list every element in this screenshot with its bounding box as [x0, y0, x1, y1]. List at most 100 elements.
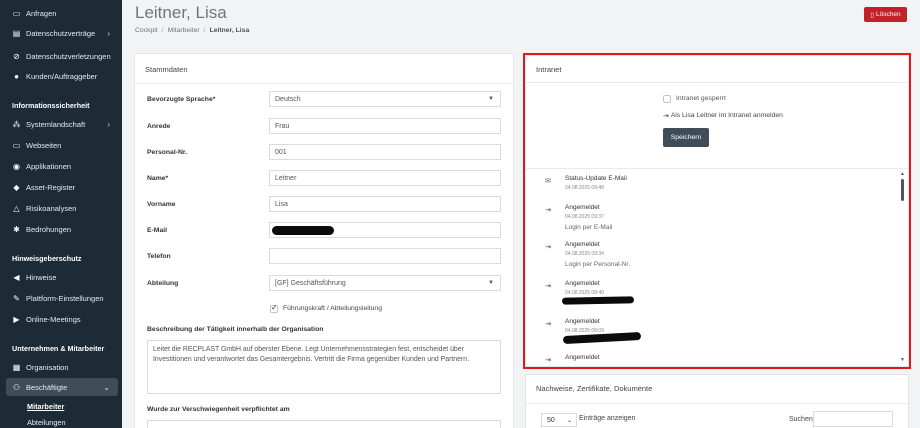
timeline-date: 04.08.2025 08:40 — [565, 290, 604, 296]
name-label: Name* — [147, 175, 169, 182]
users-icon: ⚇ — [12, 382, 21, 392]
megaphone-icon: ◀ — [13, 272, 20, 282]
sidebar-item-datenschutzvertraege[interactable]: ▤ Datenschutzverträge › — [0, 25, 122, 41]
warning-icon: △ — [13, 203, 20, 213]
timeline-title: Angemeldet — [565, 354, 600, 361]
trash-icon: ▯ — [870, 11, 874, 19]
sidebar-item-label: Beschäftigte — [26, 382, 68, 392]
timeline-note: Login per Personal-Nr. — [565, 261, 631, 268]
search-label: Suchen — [789, 416, 813, 423]
entries-label: Einträge anzeigen — [579, 415, 636, 422]
sidebar-item-label: Systemlandschaft — [26, 119, 86, 129]
scroll-up-icon[interactable]: ▲ — [900, 171, 905, 177]
name-input[interactable]: Leitner — [269, 170, 501, 186]
personnel-label: Personal-Nr. — [147, 149, 188, 156]
sidebar-item-online-meetings[interactable]: ▶ Online-Meetings — [0, 311, 122, 327]
diamond-icon: ◆ — [13, 182, 20, 192]
firstname-input[interactable]: Lisa — [269, 196, 501, 212]
salutation-input[interactable]: Frau — [269, 118, 501, 134]
sidebar-item-label: Online-Meetings — [26, 314, 81, 324]
timeline-title: Angemeldet — [565, 204, 600, 211]
sidebar-item-label: Plattform-Einstellungen — [26, 293, 104, 303]
sidebar-item-label: Risikoanalysen — [26, 203, 77, 213]
sidebar-item-webseiten[interactable]: ▭ Webseiten — [0, 137, 122, 153]
sidebar-item-applikationen[interactable]: ◉ Applikationen — [0, 158, 122, 174]
sidebar-item-bedrohungen[interactable]: ✱ Bedrohungen — [0, 221, 122, 237]
user-icon: ● — [14, 71, 19, 81]
sidebar-item-risikoanalysen[interactable]: △ Risikoanalysen — [0, 200, 122, 216]
sidebar-item-label: Datenschutzverletzungen — [26, 51, 111, 61]
sidebar-item-label: Kunden/Auftraggeber — [26, 71, 98, 81]
sidebar-item-organisation[interactable]: ▦ Organisation — [0, 359, 122, 375]
save-button[interactable]: Speichern — [663, 128, 709, 147]
login-icon: ⇥ — [545, 321, 551, 328]
leadership-checkbox[interactable] — [270, 303, 278, 313]
leadership-label: Führungskraft / Abteilungsleitung — [283, 305, 382, 312]
caret-down-icon: ▼ — [488, 96, 494, 102]
breadcrumb-separator: / — [161, 27, 164, 34]
email-label: E-Mail — [147, 227, 168, 234]
delete-button[interactable]: ▯ Löschen — [864, 7, 907, 22]
login-as-label: Als Lisa Leitner im Intranet anmelden — [670, 112, 783, 119]
timeline-date: 04.08.2025 09:37 — [565, 214, 604, 220]
page-size-value: 50 — [547, 416, 555, 424]
sidebar-item-systemlandschaft[interactable]: ⁂ Systemlandschaft › — [0, 116, 122, 132]
file-icon: ▤ — [12, 28, 21, 38]
login-as-link[interactable]: ⇥ Als Lisa Leitner im Intranet anmelden — [663, 112, 783, 120]
login-icon: ⇥ — [545, 207, 551, 214]
sidebar-item-plattform[interactable]: ✎ Plattform-Einstellungen — [0, 290, 122, 306]
caret-down-icon: ▼ — [488, 280, 494, 286]
timeline-title: Angemeldet — [565, 241, 600, 248]
page-size-select[interactable]: 50 ⌄ — [541, 413, 577, 427]
timeline-title: Angemeldet — [565, 280, 600, 287]
documents-title: Nachweise, Zertifikate, Dokumente — [536, 384, 653, 393]
sidebar-item-anfragen[interactable]: ▭ Anfragen — [0, 5, 122, 21]
sidebar-item-datenschutzverletzungen[interactable]: ⊘ Datenschutzverletzungen — [0, 48, 122, 64]
delete-button-label: Löschen — [876, 11, 901, 18]
building-icon: ▦ — [12, 362, 21, 372]
scroll-down-icon[interactable]: ▼ — [900, 357, 905, 363]
breadcrumb-cockpit[interactable]: Cockpit — [135, 27, 158, 34]
sidebar-item-asset-register[interactable]: ◆ Asset-Register — [0, 179, 122, 195]
breadcrumb-current: Leitner, Lisa — [209, 27, 250, 34]
phone-input[interactable] — [269, 248, 501, 264]
sidebar-item-hinweise[interactable]: ◀ Hinweise — [0, 269, 122, 285]
timeline-scrollbar[interactable] — [901, 179, 904, 201]
sidebar-section-infosec: Informationssicherheit — [12, 101, 90, 110]
language-select[interactable]: Deutsch ▼ — [269, 91, 501, 107]
intranet-blocked-label: Intranet gesperrt — [676, 95, 726, 102]
panel-divider — [526, 168, 908, 169]
firstname-label: Vorname — [147, 201, 176, 208]
timeline-date: 04.08.2025 08:09 — [565, 328, 604, 334]
salutation-label: Anrede — [147, 123, 171, 130]
sidebar-subitem-mitarbeiter[interactable]: Mitarbeiter — [27, 402, 64, 411]
department-select[interactable]: [GF] Geschäftsführung ▼ — [269, 275, 501, 291]
description-textarea[interactable]: Leitet die RECPLAST GmbH auf oberster Eb… — [147, 340, 501, 394]
chevron-down-icon: ⌄ — [103, 382, 110, 392]
sidebar-item-beschaeftigte[interactable]: ⚇ Beschäftigte ⌄ — [0, 379, 122, 395]
sidebar-item-label: Bedrohungen — [26, 224, 72, 234]
chevron-right-icon: › — [107, 28, 110, 38]
sidebar-item-label: Datenschutzverträge — [26, 28, 96, 38]
wrench-icon: ✎ — [13, 293, 20, 303]
intranet-blocked-checkbox[interactable] — [663, 95, 671, 103]
login-icon: ⇥ — [545, 357, 551, 364]
sidebar-subitem-abteilungen[interactable]: Abteilungen — [27, 418, 66, 427]
sidebar-item-kunden[interactable]: ● Kunden/Auftraggeber — [0, 68, 122, 84]
department-label: Abteilung — [147, 280, 179, 287]
app-icon: ◉ — [13, 161, 20, 171]
description-label: Beschreibung der Tätigkeit innerhalb der… — [147, 326, 324, 333]
intranet-title: Intranet — [536, 65, 562, 74]
sidebar-item-label: Applikationen — [26, 161, 72, 171]
confidentiality-date-input[interactable] — [147, 420, 501, 428]
search-input[interactable] — [813, 411, 893, 427]
language-label: Bevorzugte Sprache* — [147, 96, 216, 103]
sidebar-item-label: Asset-Register — [26, 182, 76, 192]
personnel-input[interactable]: 001 — [269, 144, 501, 160]
monitor-icon: ▭ — [12, 140, 21, 150]
breadcrumb-mitarbeiter[interactable]: Mitarbeiter — [168, 27, 200, 34]
timeline-date: 04.08.2025 09:48 — [565, 185, 604, 191]
sidebar-item-label: Hinweise — [26, 272, 57, 282]
video-icon: ▶ — [13, 314, 20, 324]
timeline-date: 04.08.2025 09:34 — [565, 251, 604, 257]
